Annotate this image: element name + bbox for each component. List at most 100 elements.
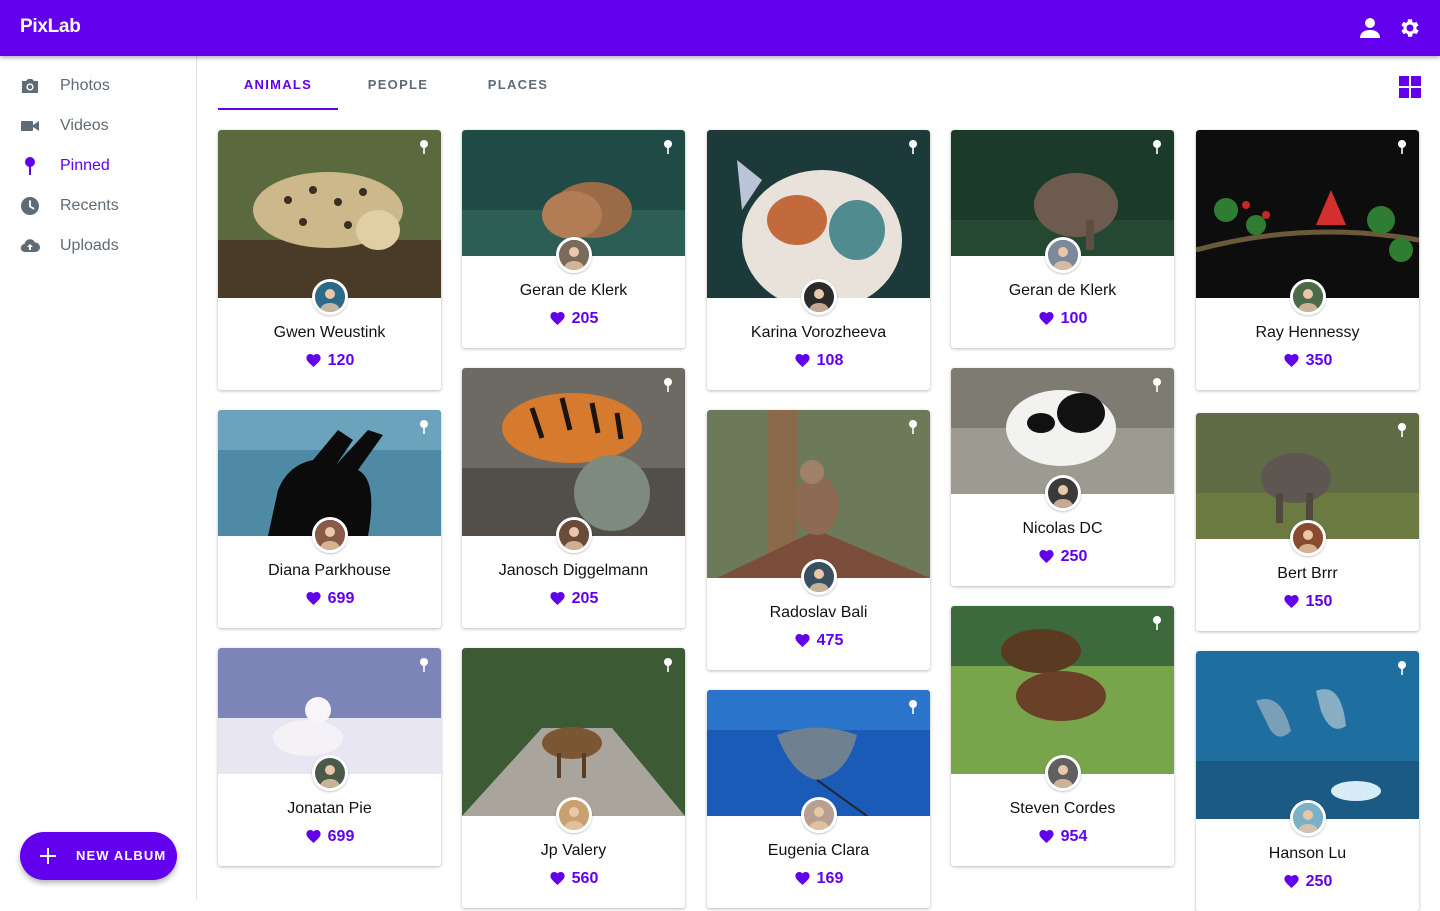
like-count[interactable]: 150 <box>1196 593 1419 611</box>
account-icon[interactable] <box>1358 16 1382 40</box>
pin-icon[interactable] <box>1150 139 1164 155</box>
app-bar: PixLab <box>0 0 1440 56</box>
sidebar-item-pinned[interactable]: Pinned <box>0 146 196 186</box>
photo-card[interactable]: Ray Hennessy 350 <box>1196 130 1419 390</box>
heart-icon <box>550 311 565 325</box>
pin-icon[interactable] <box>417 139 431 155</box>
avatar[interactable] <box>312 517 348 553</box>
photo-card[interactable]: Eugenia Clara 169 <box>707 690 930 908</box>
sidebar-item-photos[interactable]: Photos <box>0 66 196 106</box>
pin-icon[interactable] <box>417 657 431 673</box>
like-count[interactable]: 205 <box>462 310 685 328</box>
tab-places[interactable]: PLACES <box>458 56 578 110</box>
photo-card[interactable]: Hanson Lu 250 <box>1196 651 1419 911</box>
photo-image <box>1196 130 1419 298</box>
pin-icon[interactable] <box>661 657 675 673</box>
photo-card[interactable]: Jonatan Pie 699 <box>218 648 441 866</box>
avatar[interactable] <box>1290 520 1326 556</box>
tab-animals[interactable]: ANIMALS <box>218 56 338 110</box>
avatar[interactable] <box>556 237 592 273</box>
photo[interactable] <box>707 130 930 298</box>
photo-card[interactable]: Steven Cordes 954 <box>951 606 1174 866</box>
tab-people[interactable]: PEOPLE <box>338 56 458 110</box>
heart-icon <box>1039 829 1054 843</box>
photo[interactable] <box>707 410 930 578</box>
like-count[interactable]: 108 <box>707 352 930 370</box>
like-count[interactable]: 250 <box>951 548 1174 566</box>
avatar-image <box>804 282 834 312</box>
pin-icon[interactable] <box>1150 377 1164 393</box>
pin-icon[interactable] <box>906 699 920 715</box>
photo-card[interactable]: Nicolas DC 250 <box>951 368 1174 586</box>
like-count[interactable]: 954 <box>951 828 1174 846</box>
avatar-image <box>559 800 589 830</box>
pin-icon[interactable] <box>661 139 675 155</box>
heart-icon <box>1284 874 1299 888</box>
clock-icon <box>21 197 39 215</box>
like-count[interactable]: 250 <box>1196 873 1419 891</box>
photo[interactable] <box>1196 130 1419 298</box>
avatar[interactable] <box>312 755 348 791</box>
photo-card[interactable]: Gwen Weustink 120 <box>218 130 441 390</box>
avatar[interactable] <box>556 797 592 833</box>
like-count[interactable]: 169 <box>707 870 930 888</box>
photo[interactable] <box>218 130 441 298</box>
sidebar-item-uploads[interactable]: Uploads <box>0 226 196 266</box>
like-count-value: 108 <box>816 352 844 369</box>
like-count[interactable]: 120 <box>218 352 441 370</box>
sidebar-item-label: Pinned <box>60 157 110 174</box>
grid-view-icon[interactable] <box>1399 76 1421 98</box>
like-count[interactable]: 699 <box>218 828 441 846</box>
avatar[interactable] <box>1045 475 1081 511</box>
pin-icon[interactable] <box>1395 139 1409 155</box>
photo-card[interactable]: Geran de Klerk 205 <box>462 130 685 348</box>
settings-icon[interactable] <box>1398 16 1422 40</box>
like-count[interactable]: 205 <box>462 590 685 608</box>
sidebar-item-recents[interactable]: Recents <box>0 186 196 226</box>
heart-icon <box>795 871 810 885</box>
like-count[interactable]: 100 <box>951 310 1174 328</box>
avatar[interactable] <box>312 279 348 315</box>
pin-icon[interactable] <box>1395 660 1409 676</box>
photo-card[interactable]: Bert Brrr 150 <box>1196 413 1419 631</box>
photographer-name: Geran de Klerk <box>1008 282 1117 299</box>
heart-icon <box>1284 353 1299 367</box>
avatar-image <box>804 800 834 830</box>
photographer-name: Jp Valery <box>540 842 607 859</box>
photo-card[interactable]: Diana Parkhouse 699 <box>218 410 441 628</box>
like-count[interactable]: 699 <box>218 590 441 608</box>
photo[interactable] <box>462 648 685 816</box>
avatar[interactable] <box>801 559 837 595</box>
avatar-image <box>559 240 589 270</box>
pin-icon[interactable] <box>1395 422 1409 438</box>
avatar[interactable] <box>1290 800 1326 836</box>
avatar[interactable] <box>801 279 837 315</box>
photo-card[interactable]: Jp Valery 560 <box>462 648 685 908</box>
photo-card[interactable]: Geran de Klerk 100 <box>951 130 1174 348</box>
like-count[interactable]: 560 <box>462 870 685 888</box>
pin-icon[interactable] <box>906 139 920 155</box>
avatar[interactable] <box>1045 755 1081 791</box>
pin-icon[interactable] <box>906 419 920 435</box>
photo[interactable] <box>951 606 1174 774</box>
avatar[interactable] <box>1045 237 1081 273</box>
sidebar-item-videos[interactable]: Videos <box>0 106 196 146</box>
like-count-value: 250 <box>1060 548 1088 565</box>
pin-icon[interactable] <box>417 419 431 435</box>
sidebar-item-label: Videos <box>60 117 109 134</box>
photo-card[interactable]: Janosch Diggelmann 205 <box>462 368 685 628</box>
heart-icon <box>550 591 565 605</box>
avatar[interactable] <box>556 517 592 553</box>
like-count[interactable]: 475 <box>707 632 930 650</box>
photo-card[interactable]: Karina Vorozheeva 108 <box>707 130 930 390</box>
pin-icon[interactable] <box>661 377 675 393</box>
avatar[interactable] <box>801 797 837 833</box>
new-album-button[interactable]: NEW ALBUM <box>20 832 177 880</box>
avatar[interactable] <box>1290 279 1326 315</box>
photo[interactable] <box>1196 651 1419 819</box>
like-count[interactable]: 350 <box>1196 352 1419 370</box>
avatar-image <box>1048 758 1078 788</box>
photo[interactable] <box>462 368 685 536</box>
photo-card[interactable]: Radoslav Bali 475 <box>707 410 930 670</box>
pin-icon[interactable] <box>1150 615 1164 631</box>
